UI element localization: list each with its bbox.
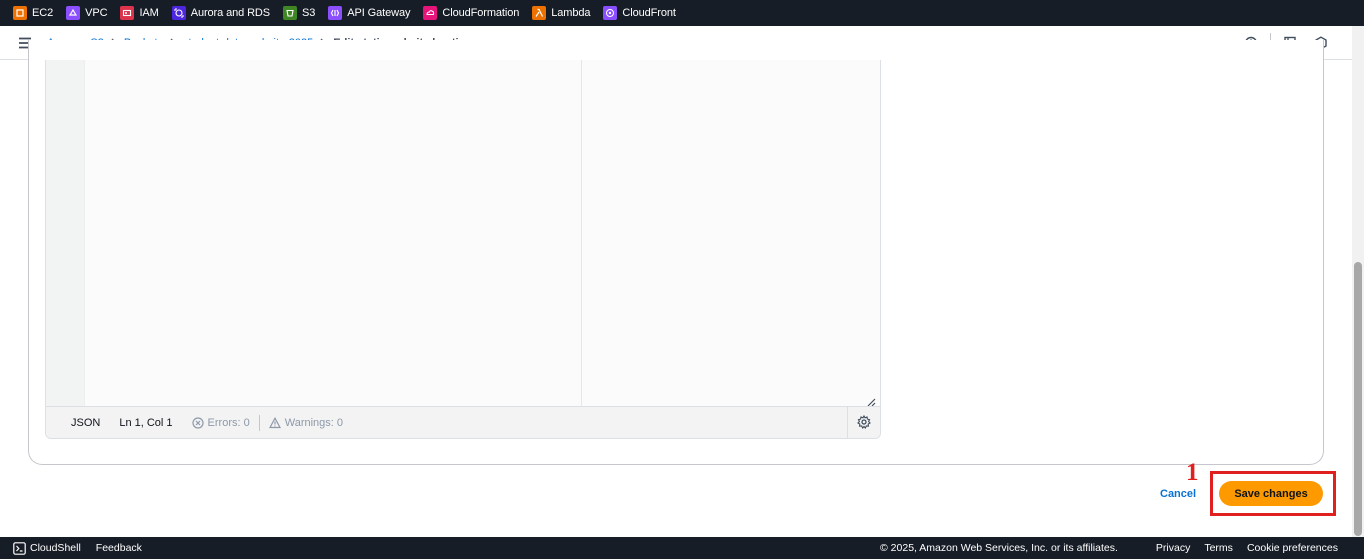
vpc-icon [66,6,81,20]
cloudshell-button[interactable]: CloudShell [13,541,81,555]
service-shortcut-iam[interactable]: IAM [120,0,159,26]
service-shortcut-vpc[interactable]: VPC [66,0,108,26]
feedback-link[interactable]: Feedback [96,542,142,554]
error-icon [191,417,204,429]
editor-language: JSON [71,417,101,429]
api-gateway-icon [328,6,343,20]
json-code-editor: JSON Ln 1, Col 1 Errors: 0 Warnings: 0 [45,60,881,439]
editor-code-area[interactable] [86,60,582,406]
cookie-preferences-link[interactable]: Cookie preferences [1247,542,1338,554]
terms-link[interactable]: Terms [1204,542,1233,554]
service-label: CloudFront [622,7,676,19]
service-label: Lambda [551,7,591,19]
service-shortcut-lambda[interactable]: Lambda [532,0,591,26]
service-shortcut-api-gateway[interactable]: API Gateway [328,0,410,26]
service-shortcuts-bar: EC2 VPC IAM Aurora and RDS S3 API Gatewa… [0,0,1364,26]
editor-cursor-position: Ln 1, Col 1 [119,417,173,429]
lambda-icon [532,6,547,20]
service-label: API Gateway [347,7,411,19]
gear-icon [857,414,871,432]
warning-icon [268,417,281,429]
editor-warnings-count[interactable]: Warnings: 0 [268,417,344,429]
cloudshell-label: CloudShell [30,542,81,554]
editor-settings-button[interactable] [847,407,880,438]
status-divider [258,415,260,431]
service-label: VPC [85,7,108,19]
service-label: Aurora and RDS [190,7,271,19]
editor-status-bar: JSON Ln 1, Col 1 Errors: 0 Warnings: 0 [46,406,880,438]
service-shortcut-ec2[interactable]: EC2 [13,0,53,26]
rds-icon [171,6,186,20]
ec2-icon [13,6,27,20]
service-shortcut-cloudformation[interactable]: CloudFormation [423,0,519,26]
editor-gutter [46,60,85,406]
service-shortcut-s3[interactable]: S3 [283,0,315,26]
cloudformation-icon [423,6,438,20]
save-changes-button[interactable]: Save changes [1219,481,1323,506]
privacy-link[interactable]: Privacy [1156,542,1190,554]
console-footer: CloudShell Feedback © 2025, Amazon Web S… [0,537,1364,559]
service-shortcut-cloudfront[interactable]: CloudFront [603,0,676,26]
errors-label: Errors: 0 [207,417,250,429]
editor-secondary-pane [583,60,880,406]
resize-handle-icon[interactable] [866,394,876,407]
s3-icon [283,6,298,20]
service-label: IAM [139,7,159,19]
iam-icon [120,6,135,20]
annotation-step-number: 1 [1186,459,1199,486]
service-label: S3 [302,7,316,19]
editor-errors-count[interactable]: Errors: 0 [191,417,250,429]
warnings-label: Warnings: 0 [284,417,344,429]
service-label: EC2 [32,7,54,19]
service-label: CloudFormation [442,7,520,19]
copyright-text: © 2025, Amazon Web Services, Inc. or its… [880,542,1118,554]
service-shortcut-aurora-rds[interactable]: Aurora and RDS [171,0,271,26]
cloudfront-icon [603,6,618,20]
scrollbar-thumb[interactable] [1354,262,1362,536]
terminal-icon [13,541,26,555]
